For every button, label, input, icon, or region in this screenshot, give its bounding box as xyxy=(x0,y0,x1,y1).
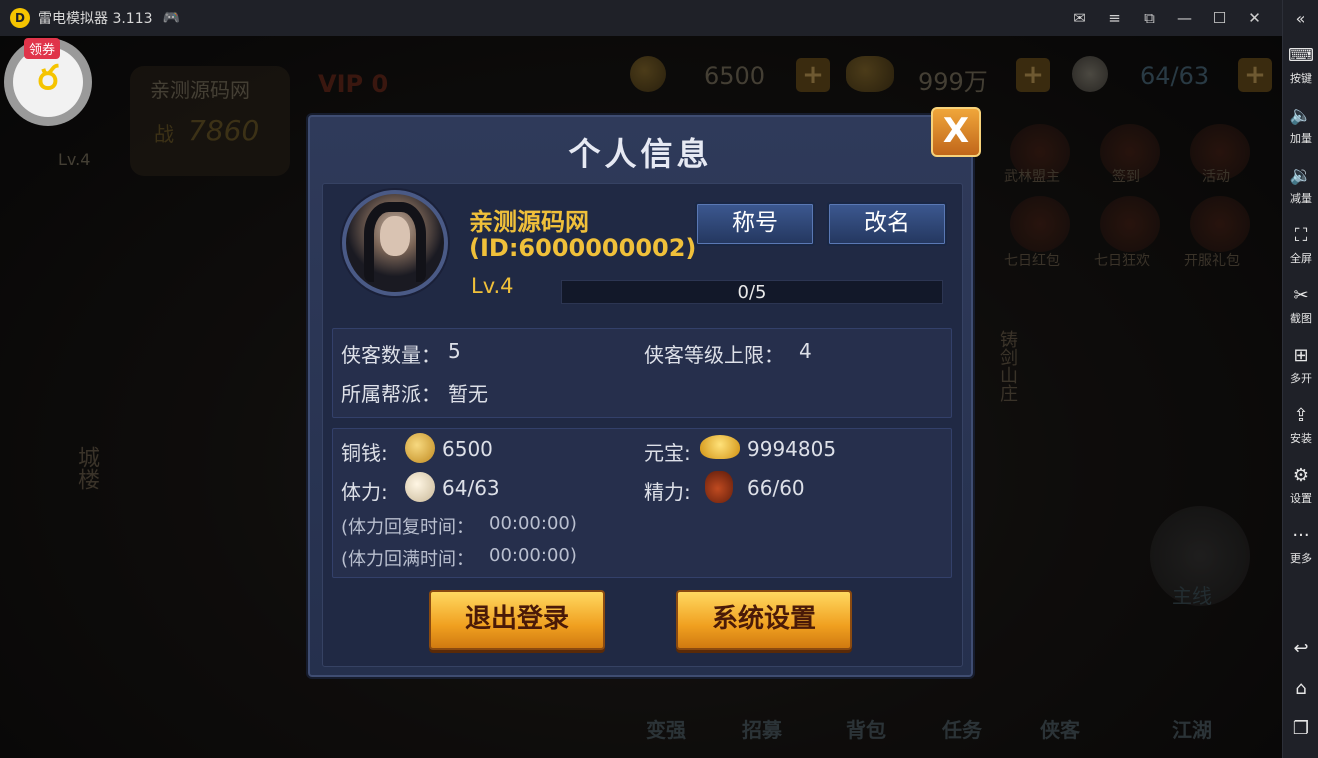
sidebar-item-volume-up[interactable]: 🔈 加量 xyxy=(1283,96,1318,156)
volume-up-icon: 🔈 xyxy=(1289,105,1313,126)
sidebar-item-install[interactable]: ⇪ 安装 xyxy=(1283,396,1318,456)
rename-button[interactable]: 改名 xyxy=(827,202,947,246)
fullscreen-icon: ⛶ xyxy=(1294,225,1308,246)
scissors-icon: ✂ xyxy=(1293,285,1309,306)
energy-label: 精力: xyxy=(644,480,691,504)
copper-coin-icon xyxy=(405,433,435,463)
menu-icon[interactable]: ≡ xyxy=(1097,0,1132,36)
home-icon[interactable]: ⌂ xyxy=(1283,668,1318,708)
collapse-sidebar-icon[interactable]: « xyxy=(1283,0,1318,36)
stamina-value: 64/63 xyxy=(442,476,500,500)
sidebar-label: 更多 xyxy=(1290,552,1312,565)
sidebar-label: 设置 xyxy=(1290,492,1312,505)
sidebar-item-multi[interactable]: ⊞ 多开 xyxy=(1283,336,1318,396)
keyboard-icon: ⌨ xyxy=(1288,45,1314,66)
avatar-face xyxy=(380,216,410,256)
ingot-value: 9994805 xyxy=(747,437,837,461)
app-logo-icon: D xyxy=(10,8,30,28)
player-id: (ID:6000000002) xyxy=(469,234,697,262)
sidebar-label: 按键 xyxy=(1290,72,1312,85)
exp-bar: 0/5 xyxy=(561,280,943,304)
sidebar-item-volume-down[interactable]: 🔉 减量 xyxy=(1283,156,1318,216)
personal-info-dialog: 个人信息 X 亲测源码网 (ID:6000000002) Lv.4 0/5 称号… xyxy=(308,107,981,677)
stamina-full-value: 00:00:00) xyxy=(489,545,577,566)
stamina-recover-value: 00:00:00) xyxy=(489,513,577,534)
stamina-recover-label: (体力回复时间： xyxy=(341,517,475,538)
hero-level-cap-label: 侠客等级上限： xyxy=(644,343,784,367)
ingot-icon xyxy=(700,435,740,459)
gear-icon: ⚙ xyxy=(1292,465,1310,486)
player-name: 亲测源码网 xyxy=(469,208,589,236)
emulator-titlebar: D 雷电模拟器 3.113 🎮 ✉ ≡ ⧉ — ☐ ✕ xyxy=(0,0,1282,36)
minimize-icon[interactable]: — xyxy=(1167,0,1202,36)
sidebar-label: 多开 xyxy=(1290,372,1312,385)
dialog-title: 个人信息 xyxy=(568,135,713,173)
player-level: Lv.4 xyxy=(471,274,514,298)
copper-label: 铜钱: xyxy=(341,441,388,465)
player-avatar xyxy=(342,190,448,296)
copper-value: 6500 xyxy=(442,437,493,461)
stamina-label: 体力: xyxy=(341,480,388,504)
system-settings-button[interactable]: 系统设置 xyxy=(676,590,852,650)
close-dialog-button[interactable]: X xyxy=(931,107,981,157)
stamina-bun-icon xyxy=(405,472,435,502)
wine-jar-icon xyxy=(705,471,733,503)
emulator-sidebar: « ⌨ 按键 🔈 加量 🔉 减量 ⛶ 全屏 ✂ 截图 ⊞ 多开 ⇪ 安装 ⚙ 设置 ··· 更多 … xyxy=(1282,0,1318,758)
dialog-content: 亲测源码网 (ID:6000000002) Lv.4 0/5 称号 改名 侠客数… xyxy=(322,183,963,667)
volume-down-icon: 🔉 xyxy=(1289,165,1313,186)
hero-count-label: 侠客数量： xyxy=(341,343,441,367)
recent-apps-icon[interactable]: ❐ xyxy=(1283,708,1318,748)
exp-text: 0/5 xyxy=(737,282,767,303)
back-icon[interactable]: ↩ xyxy=(1283,628,1318,668)
hero-level-cap: 4 xyxy=(799,339,812,363)
window-mode-icon[interactable]: ⧉ xyxy=(1132,0,1167,36)
mail-icon[interactable]: ✉ xyxy=(1062,0,1097,36)
coupon-tag: 领券 xyxy=(24,38,61,59)
maximize-icon[interactable]: ☐ xyxy=(1202,0,1237,36)
sidebar-item-fullscreen[interactable]: ⛶ 全屏 xyxy=(1283,216,1318,276)
hero-count: 5 xyxy=(448,339,461,363)
gamepad-icon[interactable]: 🎮 xyxy=(163,10,180,26)
sidebar-item-more[interactable]: ··· 更多 xyxy=(1283,516,1318,576)
sidebar-item-keymap[interactable]: ⌨ 按键 xyxy=(1283,36,1318,96)
apk-install-icon: ⇪ xyxy=(1293,405,1309,426)
sidebar-label: 安装 xyxy=(1290,432,1312,445)
hero-info-section: 侠客数量： 5 侠客等级上限： 4 所属帮派： 暂无 xyxy=(332,328,952,418)
multi-instance-icon: ⊞ xyxy=(1293,345,1309,366)
title-button[interactable]: 称号 xyxy=(695,202,815,246)
sidebar-label: 全屏 xyxy=(1290,252,1312,265)
sidebar-label: 减量 xyxy=(1290,192,1312,205)
guild-value: 暂无 xyxy=(448,382,488,406)
app-title: 雷电模拟器 3.113 xyxy=(38,11,153,27)
sidebar-label: 加量 xyxy=(1290,132,1312,145)
stamina-full-label: (体力回满时间： xyxy=(341,549,475,570)
sidebar-item-settings[interactable]: ⚙ 设置 xyxy=(1283,456,1318,516)
sidebar-label: 截图 xyxy=(1290,312,1312,325)
ingot-label: 元宝: xyxy=(644,441,691,465)
more-icon: ··· xyxy=(1292,525,1310,546)
guild-label: 所属帮派： xyxy=(341,382,441,406)
close-window-icon[interactable]: ✕ xyxy=(1237,0,1272,36)
energy-value: 66/60 xyxy=(747,476,805,500)
logout-button[interactable]: 退出登录 xyxy=(429,590,605,650)
resources-section: 铜钱: 6500 元宝: 9994805 体力: 64/63 精力: 66/60… xyxy=(332,428,952,578)
sidebar-item-screenshot[interactable]: ✂ 截图 xyxy=(1283,276,1318,336)
